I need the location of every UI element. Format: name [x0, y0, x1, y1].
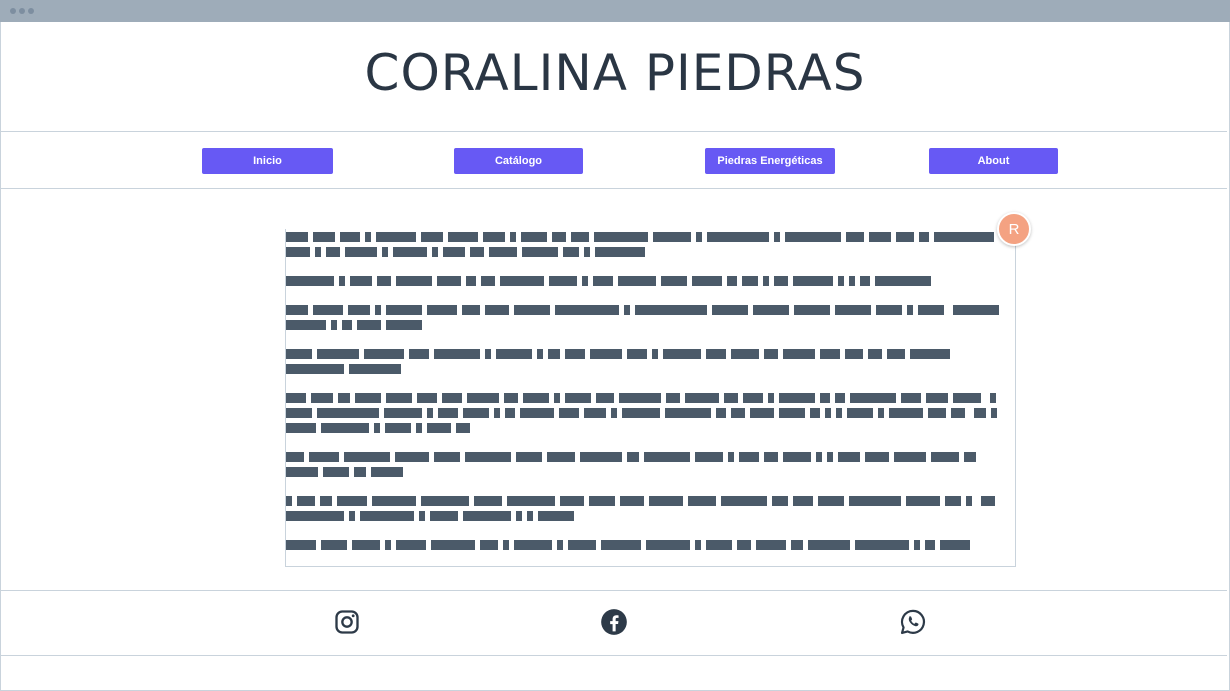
redacted-paragraph — [286, 449, 1015, 479]
whatsapp-icon[interactable] — [899, 608, 927, 636]
nav-piedras-energeticas-button[interactable]: Piedras Energéticas — [705, 148, 835, 174]
footer-social — [1, 590, 1227, 656]
redacted-paragraph — [286, 273, 1015, 288]
window-dots — [10, 8, 34, 14]
nav-about-button[interactable]: About — [929, 148, 1058, 174]
instagram-icon[interactable] — [333, 608, 361, 636]
browser-chrome — [0, 0, 1230, 22]
facebook-icon[interactable] — [600, 608, 628, 636]
nav-catalogo-button[interactable]: Catálogo — [454, 148, 583, 174]
redacted-paragraph — [286, 390, 1015, 435]
redacted-paragraph — [286, 493, 1015, 523]
user-avatar[interactable]: R — [997, 212, 1031, 246]
redacted-paragraph — [286, 346, 1015, 376]
site-title: CORALINA PIEDRAS — [364, 44, 866, 102]
redacted-paragraph — [286, 229, 1015, 259]
nav-inicio-button[interactable]: Inicio — [202, 148, 333, 174]
main-nav: Inicio Catálogo Piedras Energéticas Abou… — [1, 131, 1227, 189]
content-text-area — [285, 229, 1016, 567]
redacted-paragraph — [286, 302, 1015, 332]
redacted-paragraph — [286, 537, 1015, 552]
